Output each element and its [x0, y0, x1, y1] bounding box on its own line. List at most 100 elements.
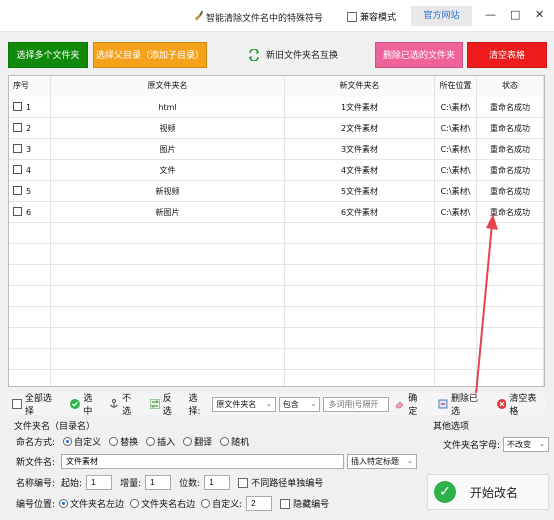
confirm-button[interactable]: 确定: [395, 391, 426, 417]
match-select[interactable]: 包含 ⌄: [278, 396, 321, 412]
close-circle-icon: [496, 399, 507, 409]
empty-cell: [285, 307, 435, 328]
pos-custom-option[interactable]: 自定义:: [201, 497, 242, 510]
check-label: 选中: [83, 394, 93, 417]
check-button[interactable]: 选中: [70, 391, 101, 417]
header-old-name: 原文件夹名: [51, 76, 285, 97]
row-number-text: 3: [26, 145, 32, 154]
uncheck-button[interactable]: 不选: [109, 391, 140, 417]
mode-custom-radio[interactable]: [63, 437, 73, 446]
select-folders-button[interactable]: 选择多个文件夹: [8, 42, 88, 68]
mode-replace-option[interactable]: 替换: [109, 435, 138, 448]
table-row[interactable]: 4 文件 4文件素材 C:\素材\ 重命名成功: [9, 160, 544, 181]
mode-insert-option[interactable]: 插入: [146, 435, 175, 448]
chevron-down-icon: ⌄: [407, 457, 414, 465]
mode-translate-option[interactable]: 翻译: [183, 435, 212, 448]
table-row[interactable]: 5 新视频 5文件素材 C:\素材\ 重命名成功: [9, 181, 544, 202]
empty-table-row: [9, 328, 544, 349]
insert-title-select[interactable]: 插入特定标题 ⌄: [347, 454, 418, 469]
window-title: 智能清除文件名中的特殊符号: [206, 14, 324, 24]
hide-number-checkbox[interactable]: [280, 498, 291, 509]
select-parent-button[interactable]: 选择父目录（添加子目录）: [93, 42, 207, 68]
mode-custom-option[interactable]: 自定义: [63, 435, 101, 448]
row-checkbox[interactable]: [13, 186, 22, 195]
table-row[interactable]: 2 视频 2文件素材 C:\素材\ 重命名成功: [9, 118, 544, 139]
diff-path-toggle[interactable]: 不同路径单独编号: [238, 476, 323, 489]
row-checkbox[interactable]: [13, 123, 22, 132]
mode-random-radio[interactable]: [220, 437, 230, 446]
mode-insert-radio[interactable]: [146, 437, 156, 446]
maximize-button[interactable]: □: [510, 8, 520, 21]
mode-random-option[interactable]: 随机: [220, 435, 249, 448]
empty-cell: [9, 265, 51, 286]
field-select[interactable]: 原文件夹名 ⌄: [212, 396, 276, 412]
select-all-toggle[interactable]: 全部选择: [12, 391, 60, 417]
step-label: 增量:: [120, 479, 142, 489]
empty-cell: [9, 370, 51, 386]
select-all-label: 全部选择: [24, 394, 52, 417]
number-position-row: 编号位置: 文件夹名左边 文件夹名右边 自定义: 隐藏编号: [16, 496, 329, 511]
digits-input[interactable]: [204, 475, 231, 490]
row-location-text: C:\素材\: [440, 208, 471, 217]
minimize-button[interactable]: —: [485, 8, 496, 21]
row-checkbox[interactable]: [13, 102, 22, 111]
swap-names-button[interactable]: 新旧文件夹名互换: [248, 48, 338, 61]
row-checkbox[interactable]: [13, 144, 22, 153]
header-new-name: 新文件夹名: [285, 76, 435, 97]
pos-custom-input[interactable]: [246, 496, 273, 511]
letter-case-row: 文件夹名字母: 不改变 ⌄: [443, 437, 550, 452]
folder-table[interactable]: 序号 原文件夹名 新文件夹名 所在位置 状态 1 html 1文件素材 C:\素材\ 重…: [8, 75, 545, 387]
pos-right-radio[interactable]: [130, 499, 140, 508]
row-new-name-text: 3文件素材: [340, 145, 379, 154]
table-header: 序号 原文件夹名 新文件夹名 所在位置 状态: [9, 76, 544, 97]
diff-path-label: 不同路径单独编号: [251, 479, 324, 489]
delete-checked-label: 删除已选: [450, 394, 478, 417]
letter-case-select[interactable]: 不改变 ⌄: [503, 437, 550, 452]
row-old-name: 文件: [51, 160, 285, 181]
bar-clear-button[interactable]: 清空表格: [496, 391, 545, 417]
empty-table-row: [9, 349, 544, 370]
hide-number-toggle[interactable]: 隐藏编号: [280, 497, 329, 510]
delete-checked-button[interactable]: 删除已选: [438, 391, 486, 417]
delete-selected-folders-button[interactable]: 删除已选的文件夹: [375, 42, 463, 68]
row-checkbox[interactable]: [13, 207, 22, 216]
select-all-checkbox[interactable]: [12, 399, 22, 409]
row-location: C:\素材\: [435, 118, 477, 139]
row-location-text: C:\素材\: [440, 103, 471, 112]
pos-left-radio[interactable]: [59, 499, 69, 508]
clear-table-button[interactable]: 清空表格: [467, 42, 547, 68]
number-position-label: 编号位置:: [16, 500, 56, 510]
row-checkbox[interactable]: [13, 165, 22, 174]
empty-cell: [51, 328, 285, 349]
digits-label: 位数:: [179, 479, 201, 489]
mode-translate-radio[interactable]: [183, 437, 193, 446]
folder-options-title: 文件夹名（目录名）: [14, 422, 96, 432]
pos-custom-radio[interactable]: [201, 499, 211, 508]
keyword-input[interactable]: [323, 396, 390, 412]
official-site-link[interactable]: 官方网站: [411, 6, 472, 26]
close-button[interactable]: ✕: [535, 8, 544, 21]
delete-doc-icon: [438, 399, 448, 409]
row-new-name: 1文件素材: [285, 97, 435, 118]
chevron-down-icon: ⌄: [265, 399, 272, 408]
table-row[interactable]: 1 html 1文件素材 C:\素材\ 重命名成功: [9, 97, 544, 118]
step-input[interactable]: [145, 475, 172, 490]
diff-path-checkbox[interactable]: [238, 477, 249, 488]
row-number-text: 2: [26, 124, 32, 133]
table-row[interactable]: 3 图片 3文件素材 C:\素材\ 重命名成功: [9, 139, 544, 160]
compat-mode-toggle[interactable]: 兼容模式: [347, 10, 396, 23]
selection-bar: 全部选择 选中 不选 反选 选择: 原文件夹名 ⌄ 包含 ⌄ 确定 删除已选 清空表…: [8, 391, 545, 417]
empty-cell: [51, 307, 285, 328]
table-row[interactable]: 6 新图片 6文件素材 C:\素材\ 重命名成功: [9, 202, 544, 223]
compat-mode-checkbox[interactable]: [347, 11, 357, 22]
invert-button[interactable]: 反选: [149, 391, 181, 417]
mode-replace-radio[interactable]: [109, 437, 119, 446]
pos-right-option[interactable]: 文件夹名右边: [130, 497, 195, 510]
empty-cell: [9, 286, 51, 307]
pos-left-option[interactable]: 文件夹名左边: [59, 497, 124, 510]
new-name-input[interactable]: [61, 454, 345, 469]
start-input[interactable]: [86, 475, 113, 490]
start-rename-button[interactable]: ✓ 开始改名: [427, 474, 549, 510]
row-old-name: 新视频: [51, 181, 285, 202]
row-location-text: C:\素材\: [440, 166, 471, 175]
